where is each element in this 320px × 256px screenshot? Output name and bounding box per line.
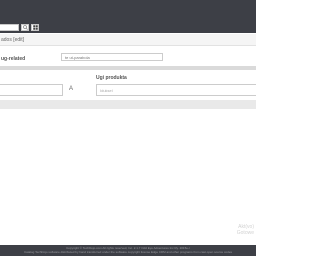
left-input-field[interactable] bbox=[0, 84, 63, 96]
related-select[interactable]: te ut-parabola bbox=[61, 53, 163, 61]
section-footer-band bbox=[0, 100, 256, 109]
select-value: te ut-parabola bbox=[65, 55, 90, 60]
column-header: Ugi produkta bbox=[96, 75, 127, 81]
breadcrumb-bar: ados [edit] bbox=[0, 34, 256, 46]
activation-watermark: Akt(vo) Gotowe bbox=[237, 224, 254, 236]
grid-view-button[interactable] bbox=[31, 24, 39, 31]
grid-icon bbox=[32, 25, 38, 30]
page-footer: Copyright © TechDojo.com All rights rese… bbox=[0, 245, 256, 256]
search-input[interactable] bbox=[0, 24, 19, 31]
section-divider bbox=[0, 66, 256, 70]
search-button[interactable] bbox=[21, 24, 29, 31]
top-toolbar bbox=[0, 0, 256, 33]
breadcrumb[interactable]: ados [edit] bbox=[1, 37, 24, 43]
footer-license: Catalog TechDojo software distributed by… bbox=[23, 250, 233, 254]
product-input-placeholder: Iduksel bbox=[100, 88, 113, 93]
watermark-line-2: Gotowe bbox=[236, 230, 254, 236]
field-label: ug-related bbox=[1, 56, 26, 62]
font-a-icon[interactable]: A bbox=[69, 86, 73, 92]
search-icon bbox=[22, 25, 28, 30]
content-area bbox=[0, 109, 256, 245]
product-input-field[interactable]: Iduksel bbox=[96, 84, 256, 96]
